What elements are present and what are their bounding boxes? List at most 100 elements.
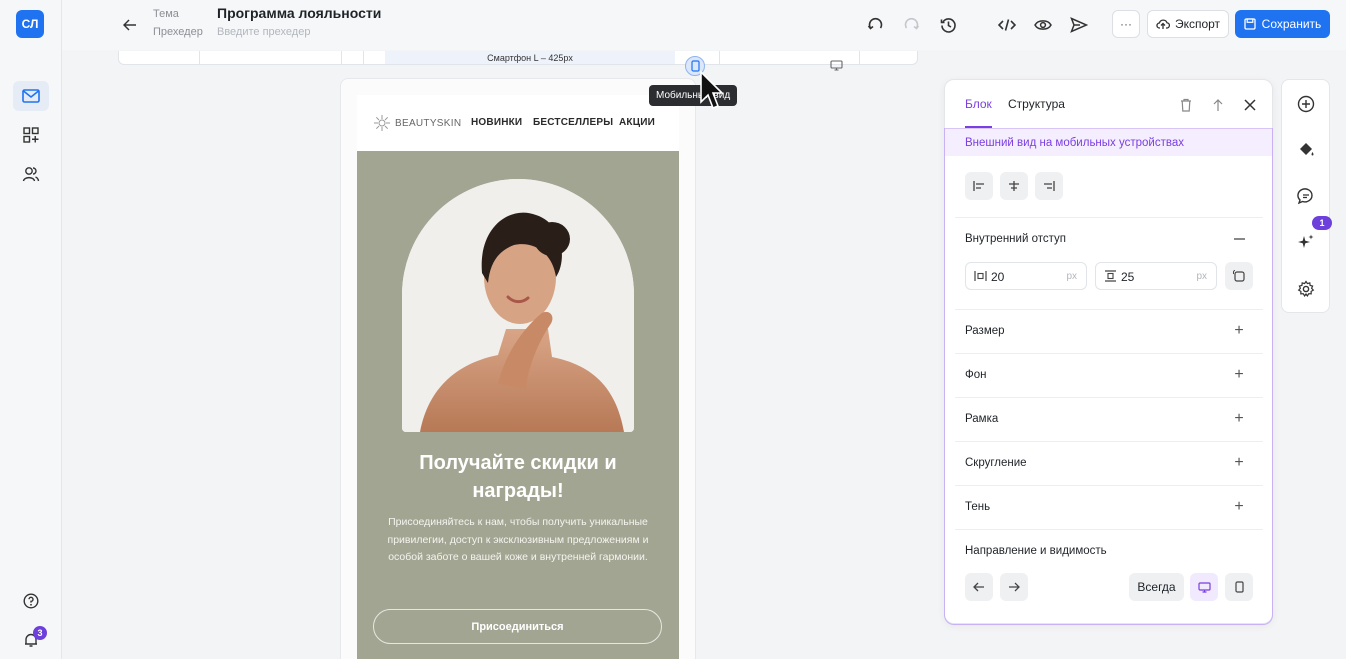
help-icon[interactable] xyxy=(13,586,49,616)
close-icon[interactable] xyxy=(1241,96,1259,114)
block-settings-panel: Блок Структура Внешний вид на мобильных … xyxy=(944,79,1273,625)
divider xyxy=(955,353,1263,354)
cloud-upload-icon xyxy=(1156,19,1170,29)
app-logo[interactable]: СЛ xyxy=(16,10,44,38)
export-button[interactable]: Экспорт xyxy=(1147,10,1229,38)
padding-vertical-field[interactable]: 25 px xyxy=(1095,262,1217,290)
align-center-icon[interactable] xyxy=(1000,172,1028,200)
divider xyxy=(955,529,1263,530)
nav-item-sales[interactable]: АКЦИИ xyxy=(619,117,655,128)
divider xyxy=(955,441,1263,442)
arrow-right-icon[interactable] xyxy=(1000,573,1028,601)
background-label: Фон xyxy=(965,369,987,381)
hero-title-line-1: Получайте скидки и xyxy=(419,452,617,474)
vertical-padding-icon xyxy=(1105,270,1116,282)
padding-label: Внутренний отступ xyxy=(965,233,1066,245)
align-right-icon[interactable] xyxy=(1035,172,1063,200)
expand-radius-plus-icon[interactable]: + xyxy=(1229,453,1249,473)
ruler-divider xyxy=(859,51,860,64)
collapse-minus-icon[interactable] xyxy=(1229,229,1249,249)
ruler-divider xyxy=(363,51,364,64)
right-toolbar: 1 xyxy=(1281,79,1332,313)
ruler-divider xyxy=(199,51,200,64)
more-button[interactable]: ··· xyxy=(1112,10,1140,38)
sparkles-icon[interactable] xyxy=(1294,230,1318,254)
hero-title: Получайте скидки и награды! xyxy=(357,449,679,505)
visible-desktop-icon[interactable] xyxy=(1190,573,1218,601)
save-label: Сохранить xyxy=(1261,17,1322,31)
preheader-label: Прехедер xyxy=(153,26,203,38)
arrow-left-icon[interactable] xyxy=(965,573,993,601)
export-label: Экспорт xyxy=(1174,17,1221,31)
padding-link-icon[interactable] xyxy=(1225,262,1253,290)
join-button[interactable]: Присоединиться xyxy=(373,609,662,644)
visible-mobile-icon[interactable] xyxy=(1225,573,1253,601)
visibility-always-button[interactable]: Всегда xyxy=(1129,573,1184,601)
nav-item-bestsellers[interactable]: БЕСТСЕЛЛЕРЫ xyxy=(533,117,613,128)
save-icon xyxy=(1244,18,1256,30)
divider xyxy=(955,217,1263,218)
back-arrow-icon[interactable] xyxy=(118,13,142,37)
mail-icon[interactable] xyxy=(13,81,49,111)
select-parent-icon[interactable] xyxy=(1209,96,1227,114)
padding-vertical-unit: px xyxy=(1196,271,1207,282)
direction-visibility-label: Направление и видимость xyxy=(965,545,1107,557)
expand-background-plus-icon[interactable]: + xyxy=(1229,365,1249,385)
app: СЛ 3 Тема Прехедер Программа лояльности … xyxy=(0,0,1346,659)
padding-horizontal-value: 20 xyxy=(991,270,1005,284)
hero-title-line-2: награды! xyxy=(472,480,564,502)
breakpoint-smartphone-l[interactable]: Смартфон L – 425px xyxy=(385,51,675,64)
page-title[interactable]: Программа лояльности xyxy=(217,5,381,21)
chat-icon[interactable] xyxy=(1294,184,1318,208)
nav-item-new[interactable]: НОВИНКИ xyxy=(471,117,522,128)
hero-portrait-image[interactable] xyxy=(402,179,634,432)
size-label: Размер xyxy=(965,325,1005,337)
theme-label: Тема xyxy=(153,8,179,20)
brand-name: BEAUTYSKIN xyxy=(395,117,462,129)
expand-shadow-plus-icon[interactable]: + xyxy=(1229,497,1249,517)
notification-badge: 3 xyxy=(33,626,47,640)
blocks-icon[interactable] xyxy=(13,120,49,150)
preheader-input[interactable]: Введите прехедер xyxy=(217,26,310,38)
radius-label: Скругление xyxy=(965,457,1027,469)
desktop-breakpoint-icon[interactable] xyxy=(828,58,844,72)
redo-icon[interactable] xyxy=(898,12,924,38)
padding-horizontal-unit: px xyxy=(1066,271,1077,282)
tab-structure[interactable]: Структура xyxy=(1008,97,1065,111)
trash-icon[interactable] xyxy=(1177,96,1195,114)
undo-icon[interactable] xyxy=(862,12,888,38)
tab-block[interactable]: Блок xyxy=(965,97,992,111)
flower-logo-icon xyxy=(374,115,390,131)
border-label: Рамка xyxy=(965,413,999,425)
breakpoint-ruler: Смартфон L – 425px xyxy=(118,51,918,65)
settings-icon[interactable] xyxy=(1294,277,1318,301)
code-icon[interactable] xyxy=(994,12,1020,38)
expand-border-plus-icon[interactable]: + xyxy=(1229,409,1249,429)
divider xyxy=(955,485,1263,486)
paint-bucket-icon[interactable] xyxy=(1294,138,1318,162)
expand-size-plus-icon[interactable]: + xyxy=(1229,321,1249,341)
send-icon[interactable] xyxy=(1066,12,1092,38)
padding-horizontal-field[interactable]: 20 px xyxy=(965,262,1087,290)
divider xyxy=(955,309,1263,310)
align-left-icon[interactable] xyxy=(965,172,993,200)
hero-text: Присоединяйтесь к нам, чтобы получить ун… xyxy=(387,516,649,563)
ai-badge: 1 xyxy=(1312,216,1332,230)
history-icon[interactable] xyxy=(935,12,961,38)
ruler-divider xyxy=(341,51,342,64)
save-button[interactable]: Сохранить xyxy=(1235,10,1330,38)
add-icon[interactable] xyxy=(1294,92,1318,116)
shadow-label: Тень xyxy=(965,501,991,513)
mouse-cursor-icon xyxy=(700,70,724,110)
top-header: Тема Прехедер Программа лояльности Введи… xyxy=(62,0,1346,50)
horizontal-padding-icon xyxy=(974,271,987,281)
divider xyxy=(955,397,1263,398)
ruler-divider xyxy=(719,51,720,64)
hero-block[interactable]: Получайте скидки и награды! Присоединяйт… xyxy=(357,151,679,659)
users-icon[interactable] xyxy=(13,159,49,189)
preview-eye-icon[interactable] xyxy=(1030,12,1056,38)
email-header-block[interactable]: BEAUTYSKIN НОВИНКИ БЕСТСЕЛЛЕРЫ АКЦИИ xyxy=(357,95,679,151)
mobile-appearance-banner: Внешний вид на мобильных устройствах xyxy=(945,128,1272,156)
padding-vertical-value: 25 xyxy=(1121,270,1135,284)
left-rail: СЛ 3 xyxy=(0,0,62,659)
